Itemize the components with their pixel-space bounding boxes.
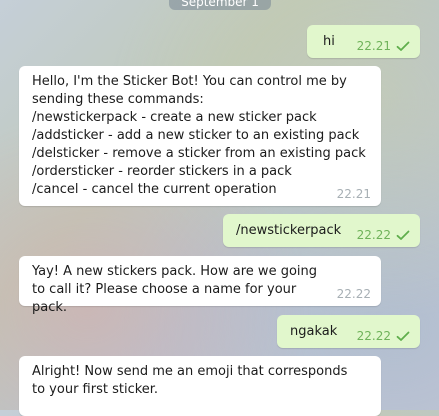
read-check-icon: [396, 230, 410, 241]
message-text: /newstickerpack: [236, 223, 342, 238]
message-meta: 22.22: [337, 287, 371, 301]
date-separator: September 1: [169, 0, 271, 10]
incoming-message[interactable]: Yay! A new stickers pack. How are we goi…: [19, 256, 381, 315]
message-time: 22.22: [356, 228, 391, 242]
message-meta: 22.21: [337, 187, 371, 201]
message-meta: 22.21: [357, 39, 410, 53]
message-text: Alright! Now send me an emoji that corre…: [32, 364, 348, 397]
outgoing-message[interactable]: ngakak 22.22: [277, 315, 420, 348]
message-time: 22.22: [356, 329, 391, 343]
message-text: Yay! A new stickers pack. How are we goi…: [32, 264, 318, 315]
read-check-icon: [396, 41, 410, 52]
message-text: ngakak: [290, 324, 338, 339]
chat-history[interactable]: September 1 hi 22.21 Hello, I'm the Stic…: [0, 0, 439, 416]
message-time: 22.21: [356, 39, 391, 53]
message-text: hi: [323, 34, 335, 49]
message-time: 22.21: [336, 187, 371, 201]
outgoing-message[interactable]: /newstickerpack 22.22: [223, 214, 420, 247]
message-text: Hello, I'm the Sticker Bot! You can cont…: [32, 74, 366, 197]
message-time: 22.22: [336, 287, 371, 301]
incoming-message[interactable]: Hello, I'm the Sticker Bot! You can cont…: [19, 66, 381, 206]
incoming-message[interactable]: Alright! Now send me an emoji that corre…: [19, 356, 381, 416]
message-meta: 22.22: [357, 329, 410, 343]
outgoing-message[interactable]: hi 22.21: [307, 25, 420, 58]
message-meta: 22.22: [357, 228, 410, 242]
read-check-icon: [396, 331, 410, 342]
